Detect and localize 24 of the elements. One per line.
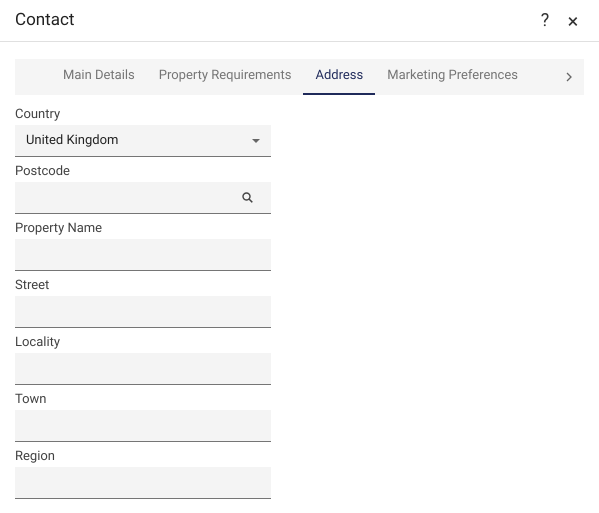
- field-label: Locality: [15, 334, 62, 352]
- tab[interactable]: Address: [303, 59, 376, 95]
- search-icon: [242, 192, 253, 203]
- field-label: Street: [15, 277, 50, 295]
- field-label: Postcode: [15, 163, 71, 181]
- window-title: Contact: [15, 8, 76, 32]
- chevron-right-icon: [566, 72, 572, 82]
- field-label: Town: [15, 391, 48, 409]
- field-label: Region: [15, 448, 56, 466]
- tab[interactable]: Marketing Preferences: [375, 59, 530, 95]
- input-field[interactable]: [15, 410, 271, 442]
- input-field[interactable]: [15, 296, 271, 328]
- field-label: Country: [15, 106, 62, 124]
- input-field[interactable]: [15, 353, 271, 385]
- country-dropdown[interactable]: United Kingdom: [15, 125, 271, 157]
- input-field[interactable]: [15, 467, 271, 499]
- postcode-field[interactable]: [15, 182, 271, 214]
- close-button[interactable]: ×: [563, 6, 583, 36]
- dropdown-arrow-icon: [252, 138, 260, 142]
- help-button[interactable]: ?: [535, 7, 555, 34]
- tab[interactable]: Main Details: [51, 59, 147, 95]
- tab[interactable]: Property Requirements: [146, 59, 304, 95]
- field-label: Property Name: [15, 220, 104, 238]
- input-field[interactable]: [15, 239, 271, 271]
